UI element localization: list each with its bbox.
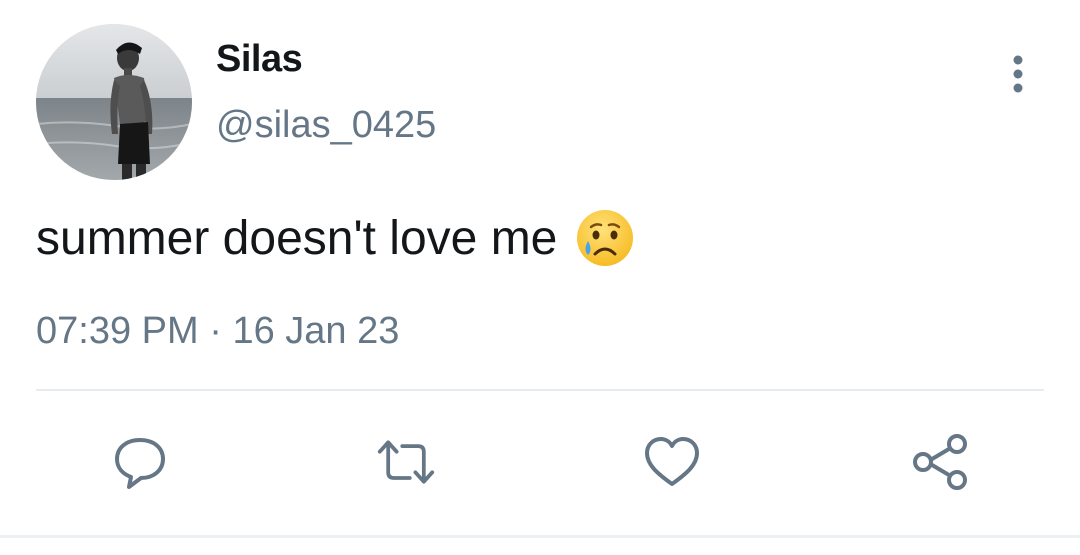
heart-icon	[645, 437, 699, 486]
bottom-border	[0, 535, 1080, 538]
more-vertical-icon	[1013, 55, 1023, 93]
tweet-text: summer doesn't love me	[36, 208, 635, 268]
avatar-image	[36, 24, 192, 180]
meta-separator: ·	[209, 310, 222, 352]
reply-button[interactable]	[110, 432, 170, 492]
tweet-body: summer doesn't love me	[36, 211, 558, 265]
share-icon	[913, 434, 967, 490]
tweet-time: 07:39 PM	[36, 310, 199, 352]
tweet-card: Silas @silas_0425 summer doesn't love me	[0, 0, 1080, 555]
more-options-button[interactable]	[996, 50, 1040, 98]
retweet-icon	[377, 440, 435, 484]
tweet-timestamp: 07:39 PM · 16 Jan 23	[36, 310, 399, 353]
display-name[interactable]: Silas	[216, 38, 303, 81]
retweet-button[interactable]	[376, 432, 436, 492]
speech-bubble-icon	[115, 438, 165, 489]
crying-face-emoji-icon	[575, 208, 635, 268]
tweet-date: 16 Jan 23	[232, 310, 400, 352]
like-button[interactable]	[642, 432, 702, 492]
divider	[36, 389, 1044, 391]
avatar[interactable]	[36, 24, 192, 180]
user-handle[interactable]: @silas_0425	[216, 104, 436, 147]
share-button[interactable]	[910, 432, 970, 492]
